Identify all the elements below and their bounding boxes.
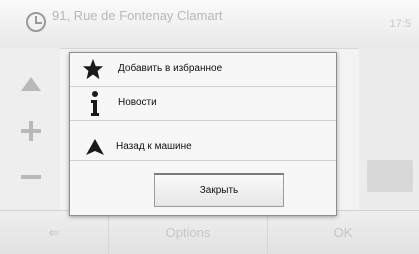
zoom-in-button[interactable] bbox=[10, 114, 52, 154]
chevron-up-icon bbox=[21, 77, 41, 91]
close-button[interactable]: Закрыть bbox=[154, 173, 284, 207]
options-button[interactable]: Options bbox=[108, 211, 268, 254]
info-box bbox=[367, 160, 413, 192]
clock-icon bbox=[26, 12, 46, 32]
menu-item-label: Новости bbox=[118, 97, 157, 108]
menu-item-label: Назад к машине bbox=[116, 141, 192, 152]
back-button[interactable]: ⇐ bbox=[0, 211, 108, 254]
star-icon bbox=[82, 58, 104, 80]
time-readout: 17:5 bbox=[389, 18, 411, 30]
info-icon bbox=[91, 91, 99, 116]
right-panel bbox=[359, 48, 419, 210]
navigation-screen: 91, Rue de Fontenay Clamart 17:5 ⇐ Optio… bbox=[0, 0, 419, 254]
plus-icon bbox=[21, 121, 41, 141]
scroll-up-button[interactable] bbox=[10, 66, 52, 106]
zoom-out-button[interactable] bbox=[10, 160, 52, 200]
bottom-bar: ⇐ Options OK bbox=[0, 210, 419, 254]
navigation-arrow-icon bbox=[86, 139, 104, 155]
minus-icon bbox=[21, 175, 41, 179]
ok-button[interactable]: OK bbox=[267, 211, 419, 254]
menu-item-back-to-car[interactable]: Назад к машине bbox=[70, 121, 336, 161]
menu-item-label: Добавить в избранное bbox=[118, 63, 223, 74]
menu-item-news[interactable]: Новости bbox=[70, 87, 336, 121]
map-controls bbox=[0, 48, 60, 210]
destination-address: 91, Rue de Fontenay Clamart bbox=[52, 8, 223, 23]
top-bar: 91, Rue de Fontenay Clamart 17:5 bbox=[0, 0, 419, 49]
menu-item-add-favorite[interactable]: Добавить в избранное bbox=[70, 53, 336, 87]
context-popup: Добавить в избранное Новости Назад к маш… bbox=[69, 52, 337, 216]
